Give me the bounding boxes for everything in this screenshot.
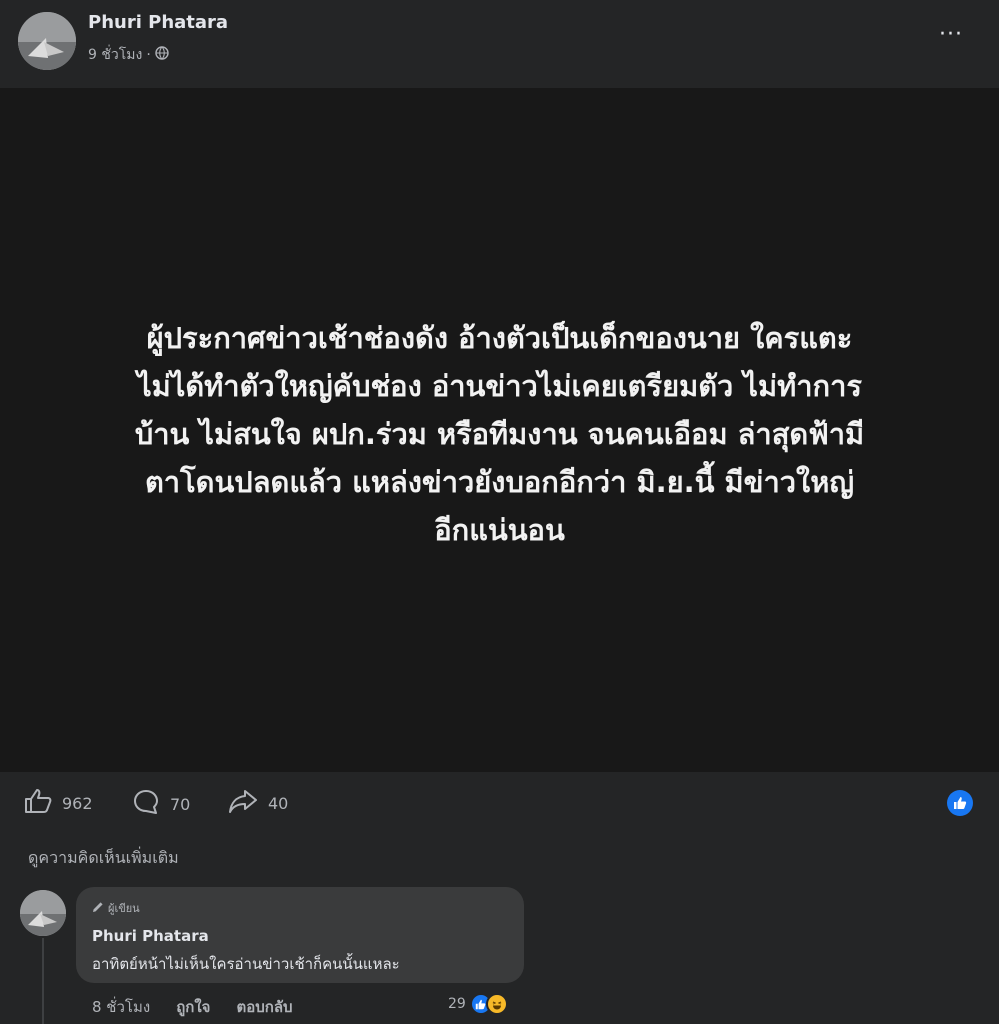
share-icon [228,788,258,818]
post-time[interactable]: 9 ชั่วโมง [88,44,142,66]
post-text-line: อีกแน่นอน [434,513,565,547]
pencil-icon [92,901,104,916]
author-avatar[interactable] [18,12,76,70]
comment-button[interactable]: 70 [132,788,190,820]
post-meta: 9 ชั่วโมง · [88,44,169,66]
like-count: 962 [62,793,93,813]
comment-count: 70 [170,794,191,814]
post-text-line: บ้าน ไม่สนใจ ผปก.ร่วม หรือทีมงาน จนคนเอื… [134,417,865,451]
author-badge: ผู้เขียน [92,899,140,917]
post-text-line: ไม่ได้ทำตัวใหญ่คับช่อง อ่านข่าวไม่เคยเตร… [137,369,862,403]
thumbs-up-icon [24,788,52,818]
post-text-line: ผู้ประกาศข่าวเช้าช่องดัง อ้างตัวเป็นเด็ก… [146,321,853,355]
comment-reaction-count: 29 [448,996,466,1012]
share-count: 40 [268,793,289,813]
author-badge-label: ผู้เขียน [108,902,140,915]
comment-time[interactable]: 8 ชั่วโมง [92,995,150,1019]
comment-like-button[interactable]: ถูกใจ [176,995,210,1019]
view-more-comments-link[interactable]: ดูความคิดเห็นเพิ่มเติม [28,846,179,871]
comment-reactions[interactable]: 29 [448,993,508,1015]
meta-separator: · [146,47,151,63]
author-name[interactable]: Phuri Phatara [88,12,228,33]
like-reaction-icon [947,790,973,816]
more-options-button[interactable]: ··· [939,22,963,47]
share-button[interactable]: 40 [228,788,288,818]
comment-icon [132,788,160,820]
post-text: ผู้ประกาศข่าวเช้าช่องดัง อ้างตัวเป็นเด็ก… [40,314,959,554]
comment-footer: 8 ชั่วโมง ถูกใจ ตอบกลับ [92,995,293,1019]
comment-thread-line [42,938,44,1024]
comment-text: อาทิตย์หน้าไม่เห็นใครอ่านข่าวเช้าก็คนนั้… [92,955,400,973]
post-header: Phuri Phatara 9 ชั่วโมง · ··· [0,0,999,88]
comment-reply-button[interactable]: ตอบกลับ [236,995,292,1019]
comment-author[interactable]: Phuri Phatara [92,927,209,945]
globe-icon [155,46,169,64]
post-text-line: ตาโดนปลดแล้ว แหล่งข่าวยังบอกอีกว่า มิ.ย.… [144,465,855,499]
like-button[interactable]: 962 [24,788,93,818]
haha-reaction-icon [485,993,508,1015]
post-content: ผู้ประกาศข่าวเช้าช่องดัง อ้างตัวเป็นเด็ก… [0,88,999,772]
commenter-avatar[interactable] [20,890,66,936]
comment-bubble: ผู้เขียน Phuri Phatara อาทิตย์หน้าไม่เห็… [76,887,524,983]
action-bar: 962 70 40 [0,772,999,836]
